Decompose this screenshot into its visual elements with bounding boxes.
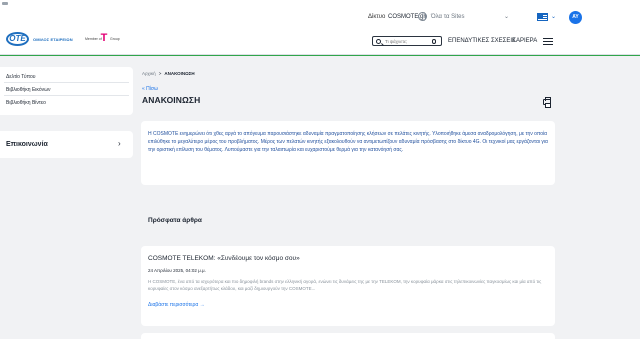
company-name: ΟΜΙΛΟΣ ΕΤΑΙΡΕΙΩΝ bbox=[33, 37, 73, 42]
recent-articles-heading: Πρόσφατα άρθρα bbox=[148, 217, 202, 224]
article-excerpt: Η COSMOTE, ένα από τα ισχυρότερα και πιο… bbox=[148, 279, 542, 291]
chevron-right-icon[interactable]: › bbox=[118, 139, 121, 148]
announcement-text: Η COSMOTE ενημερώνει ότι χθες αργά το απ… bbox=[148, 131, 548, 153]
divider bbox=[4, 82, 129, 83]
language-chevron-icon[interactable]: ⌄ bbox=[551, 13, 556, 20]
search-input[interactable] bbox=[385, 38, 427, 45]
breadcrumb-separator: > bbox=[158, 71, 162, 76]
hamburger-menu-icon[interactable] bbox=[543, 38, 553, 45]
breadcrumb-home[interactable]: Αρχική bbox=[142, 71, 156, 76]
utility-bar: Δίκτυο COSMOTE.gr Όλα τα Sites ⌄ ⌄ AY bbox=[0, 11, 640, 25]
read-more-link[interactable]: Διαβάστε περισσότερα → bbox=[148, 302, 205, 308]
sidebar-item-press-release[interactable]: Δελτίο Τύπου bbox=[6, 74, 35, 80]
sidebar-item-video-library[interactable]: Βιβλιοθήκη Βίντεο bbox=[6, 100, 46, 106]
language-flag-icon[interactable] bbox=[537, 13, 548, 21]
sidebar-links-card: Δελτίο Τύπου Βιβλιοθήκη Εικόνων Βιβλιοθή… bbox=[0, 67, 133, 115]
dt-group-label: Group bbox=[110, 37, 120, 41]
nav-investor-relations[interactable]: ΕΠΕΝΔΥΤΙΚΕΣ ΣΧΕΣΕΙΣ bbox=[448, 38, 516, 44]
search-box[interactable] bbox=[372, 36, 442, 46]
divider bbox=[4, 95, 129, 96]
article-date: 24 Απριλίου 2025, 04:02 μ.μ. bbox=[148, 268, 206, 273]
ote-logo[interactable]: OTE bbox=[6, 32, 29, 46]
site-header: Δίκτυο COSMOTE.gr Όλα τα Sites ⌄ ⌄ AY OT… bbox=[0, 0, 640, 55]
browser-dot-icon bbox=[2, 2, 8, 5]
browser-top-strip bbox=[0, 0, 640, 9]
microphone-icon[interactable] bbox=[432, 38, 436, 44]
header-divider bbox=[0, 55, 640, 56]
globe-icon bbox=[418, 12, 427, 21]
breadcrumb-current: ΑΝΑΚΟΙΝΩΣΗ bbox=[164, 71, 195, 76]
search-icon[interactable] bbox=[376, 38, 381, 44]
network-label: Δίκτυο bbox=[368, 14, 386, 20]
sidebar-item-image-library[interactable]: Βιβλιοθήκη Εικόνων bbox=[6, 87, 51, 93]
article-card: COSMOTE TELEKOM: «Συνδέουμε τον κόσμο σο… bbox=[141, 246, 555, 326]
print-icon[interactable] bbox=[543, 97, 551, 108]
page-title: ΑΝΑΚΟΙΝΩΣΗ bbox=[142, 95, 201, 105]
back-link[interactable]: « Πίσω bbox=[142, 86, 158, 92]
announcement-card: Η COSMOTE ενημερώνει ότι χθες αργά το απ… bbox=[141, 121, 555, 185]
breadcrumb: Αρχική > ΑΝΑΚΟΙΝΩΣΗ bbox=[142, 71, 195, 76]
chevron-down-icon[interactable]: ⌄ bbox=[504, 13, 509, 20]
user-avatar[interactable]: AY bbox=[569, 11, 582, 24]
sites-select[interactable]: Όλα τα Sites bbox=[431, 14, 501, 20]
nav-careers[interactable]: ΚΑΡΙΕΡΑ bbox=[512, 38, 537, 44]
next-article-card bbox=[141, 333, 555, 339]
article-title[interactable]: COSMOTE TELEKOM: «Συνδέουμε τον κόσμο σο… bbox=[148, 255, 300, 262]
contact-label[interactable]: Επικοινωνία bbox=[6, 141, 48, 148]
sidebar-contact-card[interactable]: Επικοινωνία › bbox=[0, 131, 133, 158]
telekom-logo: T bbox=[100, 32, 108, 44]
